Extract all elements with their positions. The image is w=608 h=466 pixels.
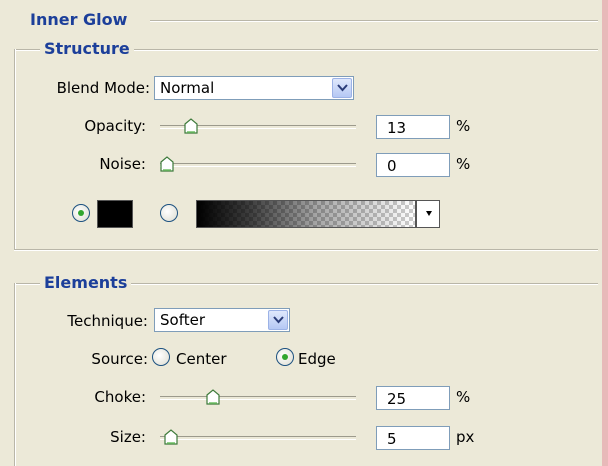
opacity-input[interactable]: 13	[376, 115, 450, 139]
choke-slider-thumb[interactable]	[205, 389, 220, 405]
size-unit: px	[456, 428, 475, 446]
technique-select[interactable]: Softer	[154, 308, 290, 332]
source-label: Source:	[91, 350, 148, 368]
choke-slider-track[interactable]	[160, 396, 356, 400]
source-center-label[interactable]: Center	[176, 350, 227, 368]
section-title-inner-glow: Inner Glow	[26, 10, 132, 29]
structure-rule-left	[14, 49, 16, 249]
noise-slider-track[interactable]	[160, 163, 356, 167]
opacity-label: Opacity:	[84, 117, 146, 135]
noise-slider-thumb[interactable]	[160, 156, 174, 172]
noise-label: Noise:	[99, 155, 146, 173]
structure-rule-bottom	[14, 249, 598, 251]
choke-input[interactable]: 25	[376, 386, 450, 410]
noise-unit: %	[456, 155, 471, 173]
blend-mode-value: Normal	[160, 79, 215, 97]
glow-color-radio[interactable]	[72, 204, 90, 222]
elements-rule-left	[14, 283, 16, 466]
dropdown-arrow-icon	[426, 211, 432, 216]
section-title-elements: Elements	[40, 273, 132, 292]
blend-mode-select[interactable]: Normal	[154, 76, 354, 100]
glow-gradient-swatch[interactable]	[196, 200, 416, 228]
gradient-dropdown-button[interactable]	[416, 200, 440, 228]
technique-value: Softer	[160, 311, 205, 329]
size-slider-track[interactable]	[160, 436, 356, 440]
inner-glow-panel: Inner Glow Structure Blend Mode: Normal …	[0, 0, 602, 466]
size-slider-thumb[interactable]	[164, 429, 178, 445]
section-title-structure: Structure	[40, 39, 134, 58]
opacity-slider-thumb[interactable]	[184, 118, 198, 134]
source-edge-radio[interactable]	[276, 348, 294, 366]
size-label: Size:	[110, 428, 146, 446]
opacity-unit: %	[456, 117, 471, 135]
chevron-down-icon[interactable]	[332, 78, 352, 98]
noise-input[interactable]: 0	[376, 153, 450, 177]
source-edge-label[interactable]: Edge	[298, 350, 336, 368]
choke-unit: %	[456, 388, 471, 406]
radio-selected-dot	[282, 354, 288, 360]
radio-selected-dot	[78, 210, 84, 216]
choke-label: Choke:	[94, 388, 146, 406]
header-rule	[150, 20, 598, 22]
size-input[interactable]: 5	[376, 426, 450, 450]
glow-gradient-radio[interactable]	[160, 204, 178, 222]
source-center-radio[interactable]	[152, 348, 170, 366]
chevron-down-icon[interactable]	[268, 310, 288, 330]
blend-mode-label: Blend Mode:	[56, 79, 150, 97]
glow-color-swatch[interactable]	[97, 200, 133, 228]
technique-label: Technique:	[67, 312, 148, 330]
